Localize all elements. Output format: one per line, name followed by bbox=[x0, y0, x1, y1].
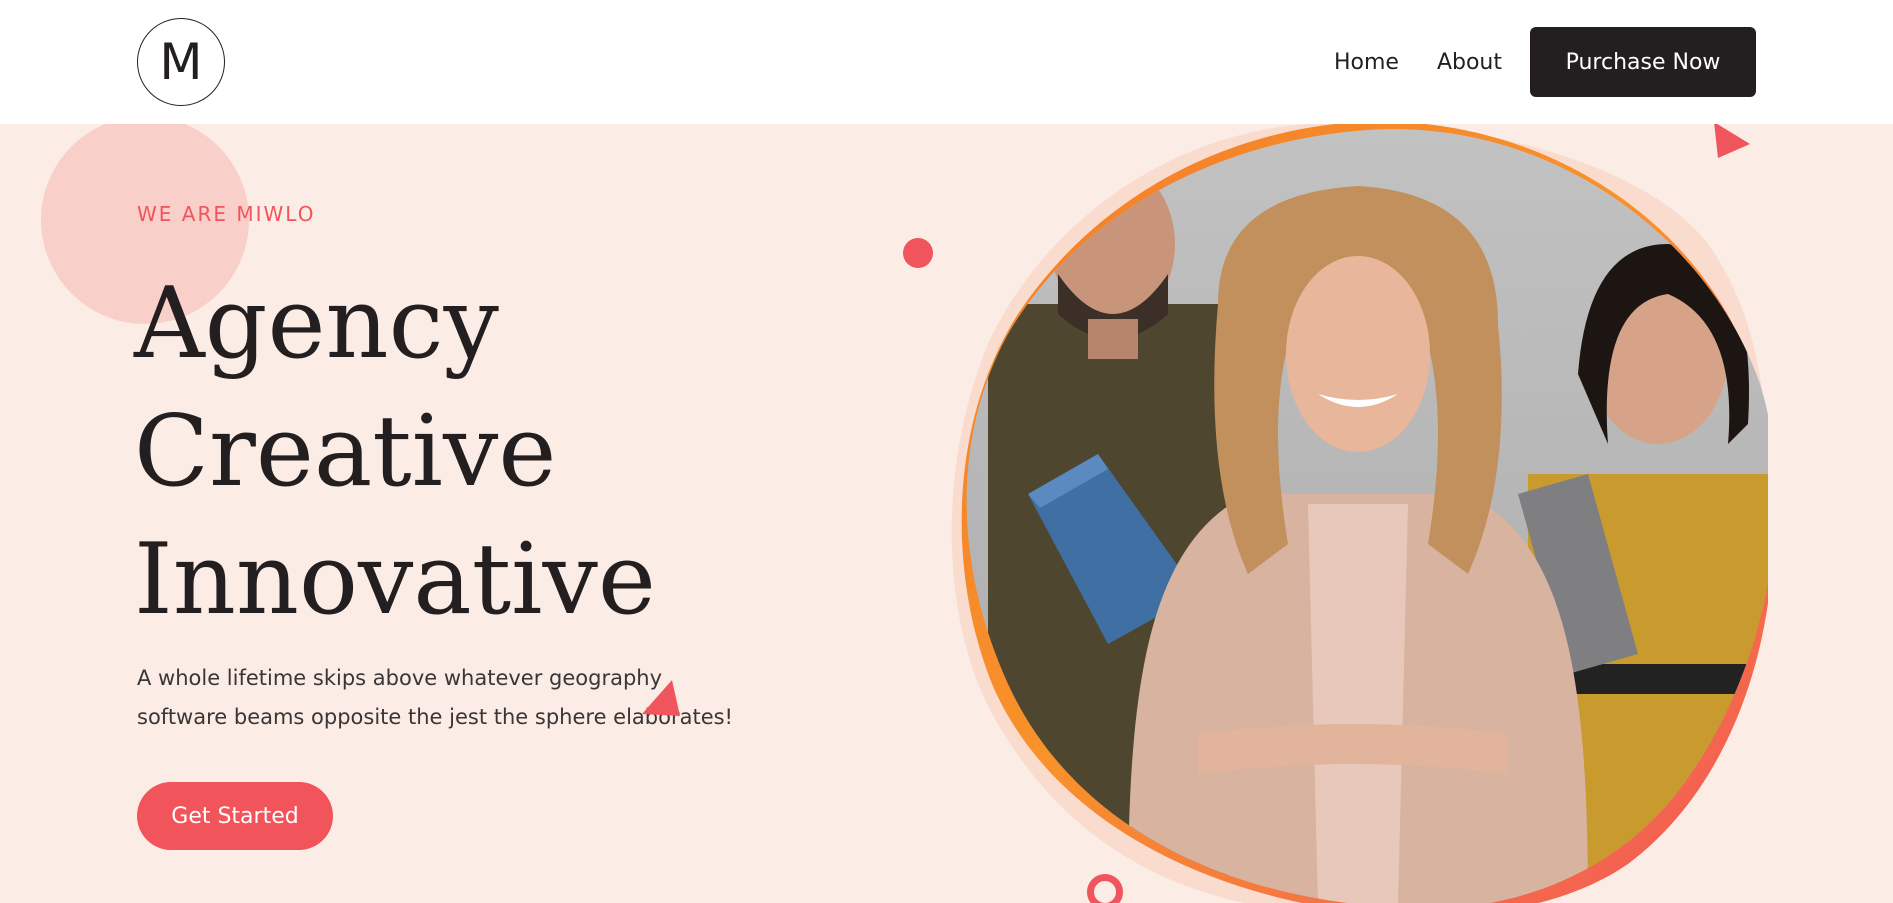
hero-eyebrow: WE ARE MIWLO bbox=[137, 202, 316, 226]
site-header: M Home About Purchase Now bbox=[0, 0, 1893, 124]
hero-section: WE ARE MIWLO Agency Creative Innovative … bbox=[0, 124, 1893, 903]
triangle-shape bbox=[642, 680, 680, 716]
hero-headline: Agency Creative Innovative bbox=[134, 260, 656, 644]
purchase-now-button[interactable]: Purchase Now bbox=[1530, 27, 1756, 97]
headline-line: Creative bbox=[134, 395, 557, 509]
nav-home-link[interactable]: Home bbox=[1334, 50, 1399, 75]
nav-about-link[interactable]: About bbox=[1437, 50, 1502, 75]
main-nav: Home About Purchase Now bbox=[1334, 27, 1756, 97]
logo[interactable]: M bbox=[137, 18, 225, 106]
headline-line: Innovative bbox=[134, 523, 656, 637]
get-started-button[interactable]: Get Started bbox=[137, 782, 333, 850]
description-line: A whole lifetime skips above whatever ge… bbox=[137, 666, 663, 690]
dot-shape bbox=[903, 238, 933, 268]
headline-line: Agency bbox=[134, 267, 499, 381]
team-photo bbox=[951, 124, 1768, 903]
